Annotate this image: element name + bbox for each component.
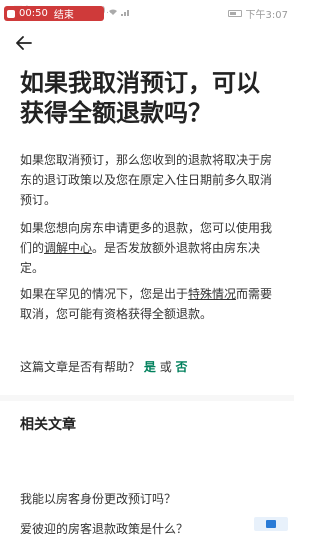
article-title: 如果我取消预订，可以获得全额退款吗？ [20, 69, 260, 127]
record-end-button[interactable]: 结束 [54, 6, 74, 21]
screen-record-indicator[interactable]: 00:50 结束 [4, 6, 104, 21]
related-article-link[interactable]: 爱彼迎的房客退款政策是什么？ [20, 520, 270, 538]
status-right: 下午3:07 [227, 6, 288, 21]
related-article-link[interactable]: 我能以房客身份更改预订吗？ [20, 490, 270, 508]
arrow-left-icon [16, 36, 32, 50]
feedback-row: 这篇文章是否有帮助？ 是 或 否 [20, 358, 188, 376]
record-time: 00:50 [19, 8, 48, 19]
back-button[interactable] [12, 32, 36, 54]
article-paragraph-1: 如果您取消预订，那么您收到的退款将取决于房东的退订政策以及您在原定入住日期前多久… [20, 153, 273, 207]
section-divider [0, 395, 294, 401]
watermark-logo [254, 517, 288, 531]
feedback-question: 这篇文章是否有帮助？ [20, 360, 141, 374]
status-icons [108, 8, 131, 16]
related-articles-heading: 相关文章 [20, 417, 76, 433]
article-paragraph-3: 如果在罕见的情况下，您是出于特殊情况而需要取消，您可能有资格获得全额退款。 [20, 284, 278, 324]
watermark-icon [266, 520, 276, 528]
signal-icon [121, 10, 129, 16]
paragraph-3-text-a: 如果在罕见的情况下，您是出于 [20, 287, 189, 301]
status-clock: 下午3:07 [245, 10, 288, 21]
wifi-icon [109, 9, 117, 15]
battery-icon [227, 10, 242, 17]
article-paragraph-2: 如果您想向房东申请更多的退款，您可以使用我们的调解中心。是否发放额外退款将由房东… [20, 218, 278, 278]
resolution-center-link[interactable]: 调解中心 [44, 241, 92, 255]
feedback-or: 或 [159, 360, 172, 374]
record-stop-icon [7, 9, 15, 18]
feedback-no-button[interactable]: 否 [176, 360, 188, 374]
status-bar: ...可向(mm)(mm)(am)... 00:50 结束 下午3:07 [0, 0, 294, 24]
extenuating-circumstances-link[interactable]: 特殊情况 [188, 287, 236, 301]
feedback-yes-button[interactable]: 是 [144, 360, 156, 374]
